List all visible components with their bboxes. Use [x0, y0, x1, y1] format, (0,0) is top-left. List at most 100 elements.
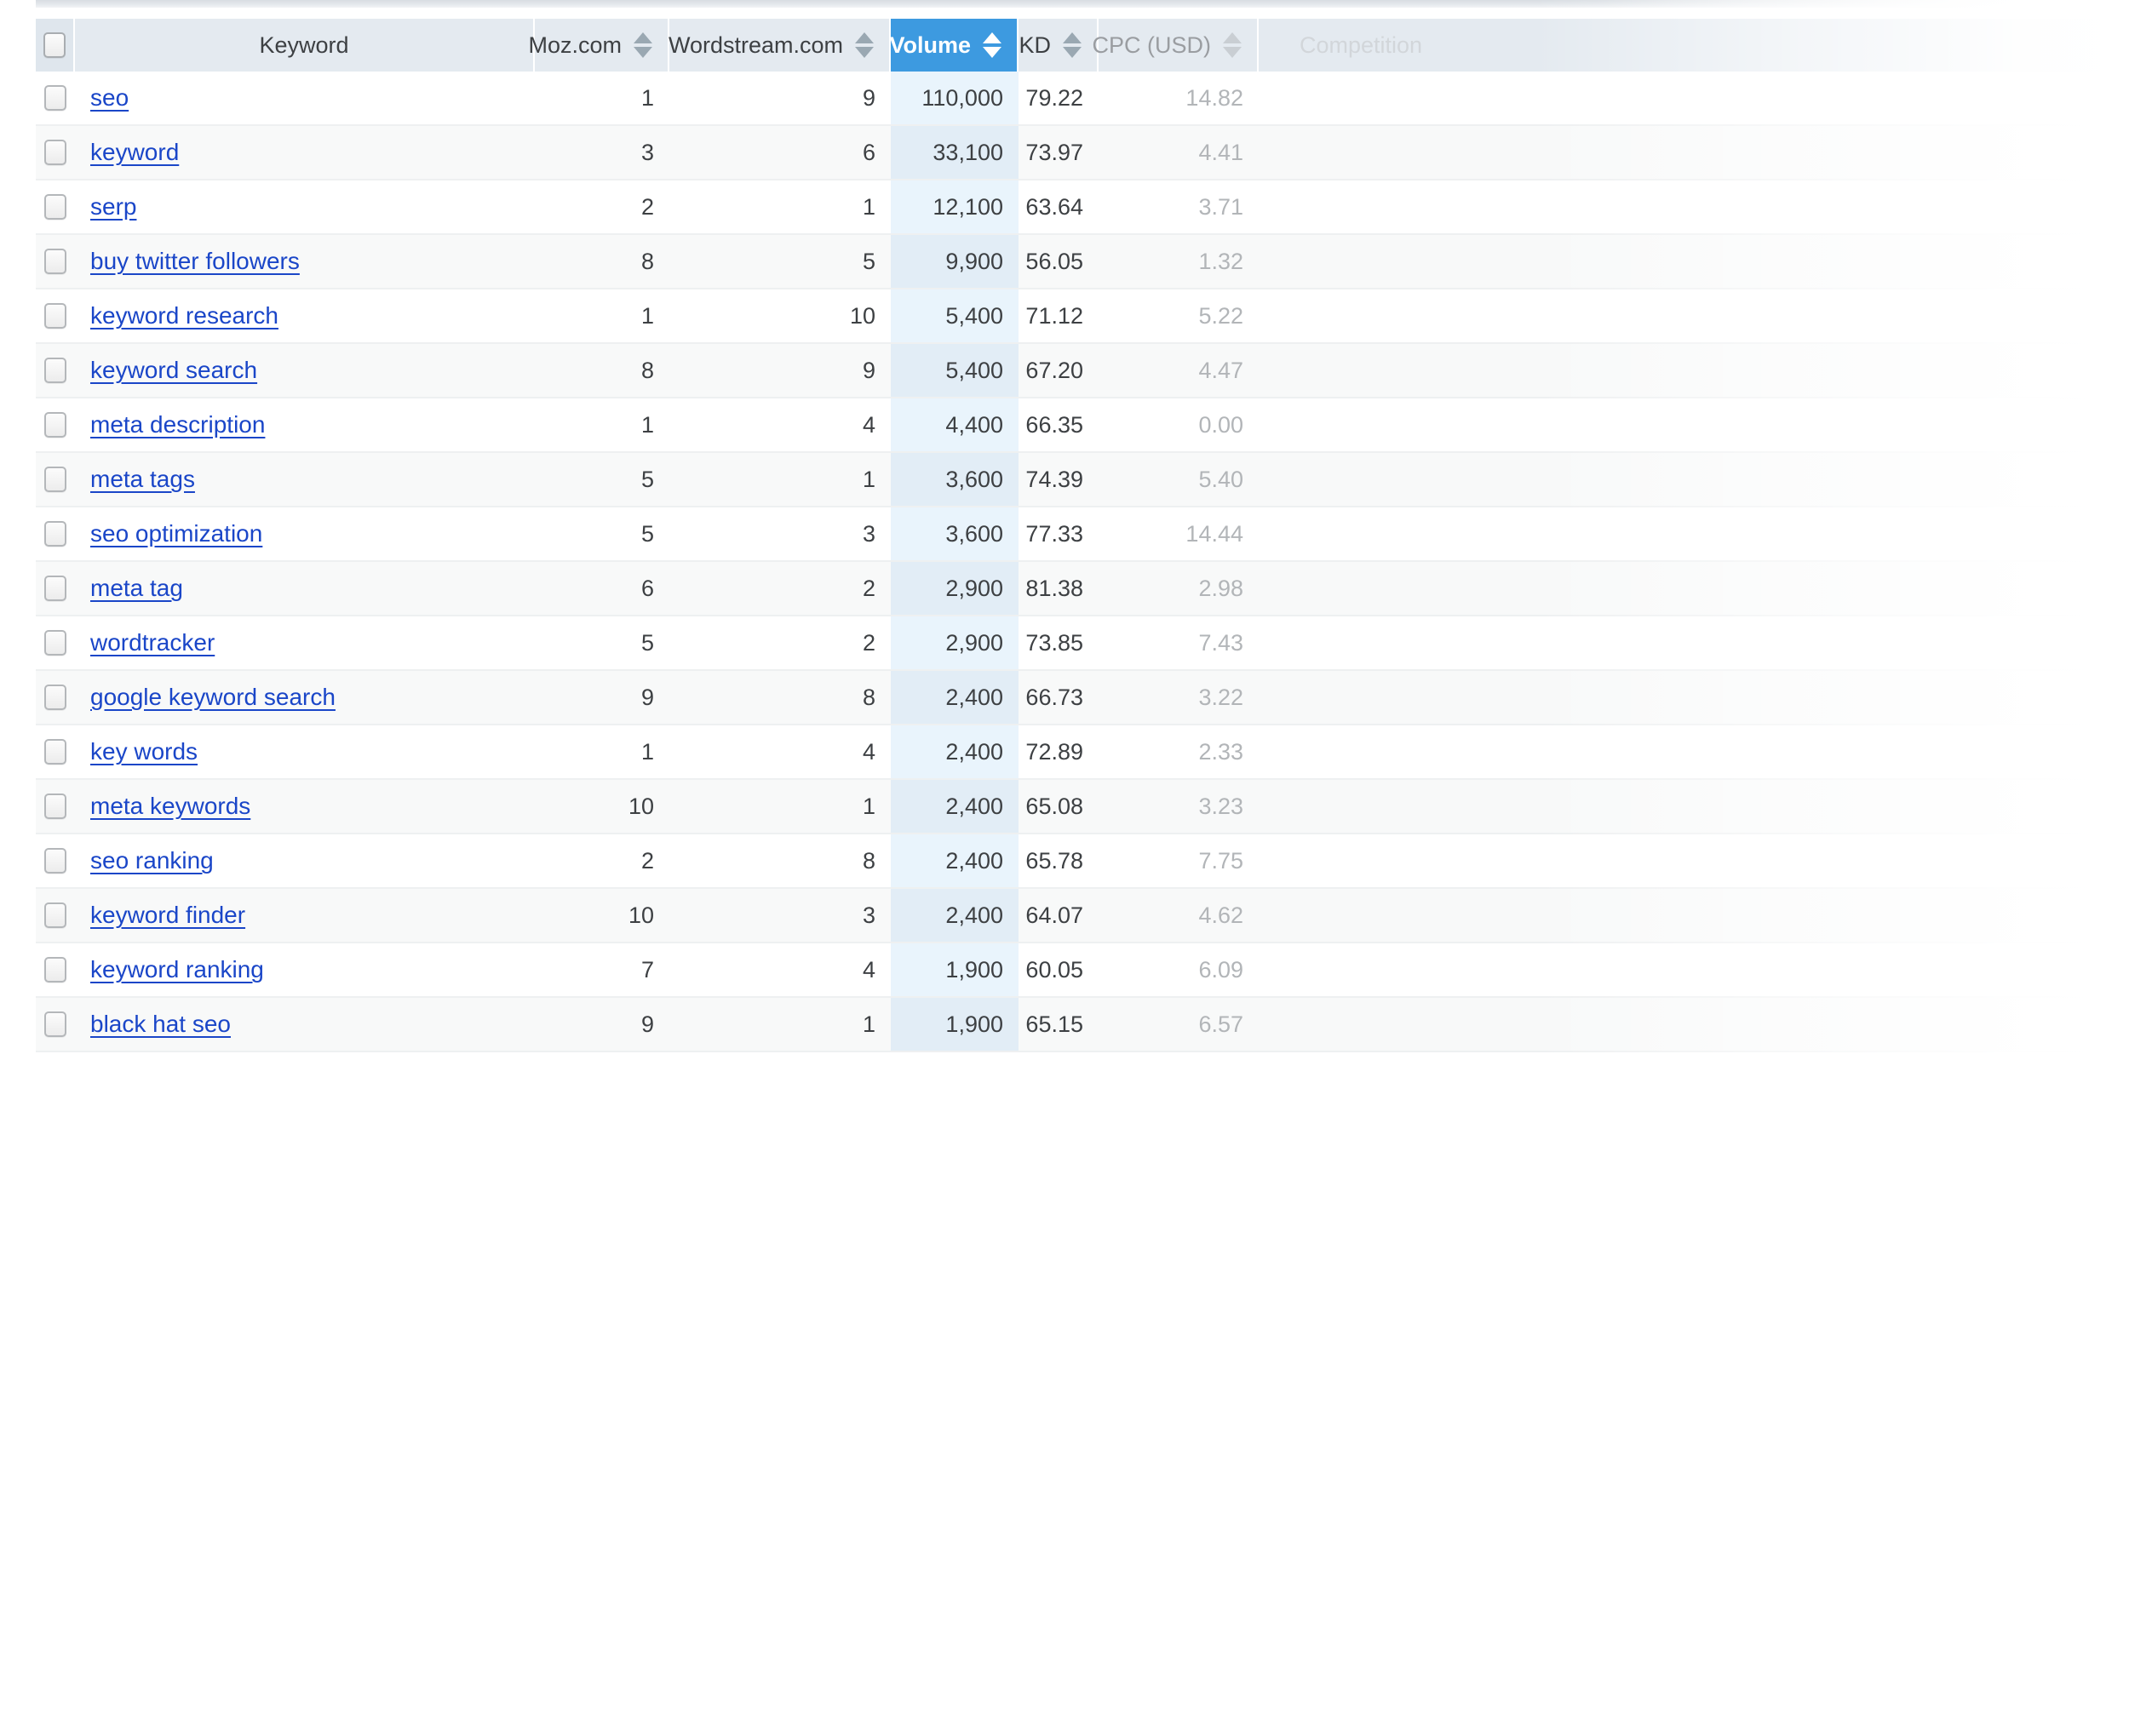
row-select-cell[interactable] [36, 126, 75, 179]
keyword-link[interactable]: black hat seo [90, 1011, 231, 1038]
row-select-cell[interactable] [36, 507, 75, 560]
table-row[interactable]: meta tags 5 1 3,600 74.39 5.40 [36, 453, 2129, 507]
cell-keyword: meta tag [75, 562, 535, 615]
keyword-link[interactable]: seo [90, 84, 129, 112]
keyword-link[interactable]: google keyword search [90, 684, 336, 711]
table-row[interactable]: black hat seo 9 1 1,900 65.15 6.57 [36, 998, 2129, 1052]
checkbox-icon[interactable] [44, 630, 66, 656]
checkbox-icon[interactable] [43, 32, 66, 58]
checkbox-icon[interactable] [44, 358, 66, 383]
row-select-cell[interactable] [36, 616, 75, 669]
row-select-cell[interactable] [36, 780, 75, 833]
table-row[interactable]: keyword ranking 7 4 1,900 60.05 6.09 [36, 943, 2129, 998]
table-row[interactable]: meta keywords 10 1 2,400 65.08 3.23 [36, 780, 2129, 834]
table-row[interactable]: seo optimization 5 3 3,600 77.33 14.44 [36, 507, 2129, 562]
keyword-link[interactable]: serp [90, 193, 136, 221]
row-select-cell[interactable] [36, 671, 75, 724]
checkbox-icon[interactable] [44, 249, 66, 274]
cell-wordstream-rank: 3 [862, 902, 875, 928]
keyword-link[interactable]: key words [90, 738, 198, 765]
table-row[interactable]: meta description 1 4 4,400 66.35 0.00 [36, 398, 2129, 453]
table-row[interactable]: google keyword search 9 8 2,400 66.73 3.22 [36, 671, 2129, 725]
cell-kd: 71.12 [1025, 302, 1083, 329]
sort-arrows-icon[interactable] [855, 31, 874, 60]
checkbox-icon[interactable] [44, 194, 66, 220]
keyword-link[interactable]: buy twitter followers [90, 248, 300, 275]
cell-keyword: seo ranking [75, 834, 535, 887]
column-header-kd[interactable]: KD [1019, 19, 1099, 72]
row-select-cell[interactable] [36, 943, 75, 996]
row-select-cell[interactable] [36, 562, 75, 615]
checkbox-icon[interactable] [44, 685, 66, 710]
table-row[interactable]: serp 2 1 12,100 63.64 3.71 [36, 180, 2129, 235]
table-row[interactable]: meta tag 6 2 2,900 81.38 2.98 [36, 562, 2129, 616]
column-header-keyword-label: Keyword [259, 32, 349, 58]
top-divider-strip [36, 0, 2129, 8]
checkbox-icon[interactable] [44, 739, 66, 765]
column-header-cpc[interactable]: CPC (USD) [1093, 19, 1259, 72]
column-header-competition[interactable]: Competition [1259, 19, 2129, 72]
table-header: Keyword Moz.com Wordstream.com Volume KD [36, 19, 2129, 72]
table-row[interactable]: seo 1 9 110,000 79.22 14.82 [36, 72, 2129, 126]
table-row[interactable]: keyword research 1 10 5,400 71.12 5.22 [36, 289, 2129, 344]
checkbox-icon[interactable] [44, 902, 66, 928]
cell-cpc: 4.62 [1198, 902, 1243, 928]
keyword-link[interactable]: meta tags [90, 466, 195, 493]
keyword-link[interactable]: meta description [90, 411, 265, 438]
keyword-link[interactable]: meta keywords [90, 793, 250, 820]
cell-volume: 4,400 [891, 398, 1019, 451]
table-row[interactable]: keyword finder 10 3 2,400 64.07 4.62 [36, 889, 2129, 943]
checkbox-icon[interactable] [44, 957, 66, 983]
sort-arrows-icon[interactable] [1223, 31, 1242, 60]
table-row[interactable]: keyword search 8 9 5,400 67.20 4.47 [36, 344, 2129, 398]
row-select-cell[interactable] [36, 235, 75, 288]
checkbox-icon[interactable] [44, 521, 66, 547]
checkbox-icon[interactable] [44, 576, 66, 601]
row-select-cell[interactable] [36, 889, 75, 942]
checkbox-icon[interactable] [44, 794, 66, 819]
cell-moz-rank: 5 [640, 520, 654, 547]
column-header-keyword[interactable]: Keyword [75, 19, 535, 72]
sort-arrows-icon[interactable] [1063, 31, 1082, 60]
table-row[interactable]: buy twitter followers 8 5 9,900 56.05 1.32 [36, 235, 2129, 289]
checkbox-icon[interactable] [44, 140, 66, 165]
checkbox-icon[interactable] [44, 848, 66, 874]
row-select-cell[interactable] [36, 725, 75, 778]
table-row[interactable]: key words 1 4 2,400 72.89 2.33 [36, 725, 2129, 780]
row-select-cell[interactable] [36, 398, 75, 451]
keyword-link[interactable]: keyword research [90, 302, 278, 329]
column-header-wordstream[interactable]: Wordstream.com [669, 19, 891, 72]
keyword-link[interactable]: seo ranking [90, 847, 214, 874]
row-select-cell[interactable] [36, 453, 75, 506]
table-row[interactable]: keyword 3 6 33,100 73.97 4.41 [36, 126, 2129, 180]
keyword-link[interactable]: keyword finder [90, 902, 245, 929]
row-select-cell[interactable] [36, 72, 75, 124]
cell-volume: 110,000 [891, 72, 1019, 124]
row-select-cell[interactable] [36, 834, 75, 887]
sort-arrows-icon[interactable] [983, 31, 1001, 60]
column-header-volume[interactable]: Volume [889, 19, 1019, 72]
table-row[interactable]: seo ranking 2 8 2,400 65.78 7.75 [36, 834, 2129, 889]
keyword-link[interactable]: meta tag [90, 575, 183, 602]
keyword-link[interactable]: wordtracker [90, 629, 215, 656]
sort-arrows-icon[interactable] [634, 31, 652, 60]
cell-volume: 2,400 [891, 834, 1019, 887]
checkbox-icon[interactable] [44, 412, 66, 438]
checkbox-icon[interactable] [44, 467, 66, 492]
checkbox-icon[interactable] [44, 303, 66, 329]
row-select-cell[interactable] [36, 998, 75, 1051]
keyword-link[interactable]: keyword [90, 139, 179, 166]
table-row[interactable]: wordtracker 5 2 2,900 73.85 7.43 [36, 616, 2129, 671]
row-select-cell[interactable] [36, 289, 75, 342]
keyword-link[interactable]: keyword ranking [90, 956, 264, 983]
checkbox-icon[interactable] [44, 1011, 66, 1037]
column-header-moz[interactable]: Moz.com [528, 19, 669, 72]
cell-volume: 1,900 [891, 998, 1019, 1051]
cell-kd: 63.64 [1025, 193, 1083, 220]
row-select-cell[interactable] [36, 344, 75, 397]
keyword-link[interactable]: seo optimization [90, 520, 262, 547]
select-all-header-cell[interactable] [36, 19, 75, 72]
checkbox-icon[interactable] [44, 85, 66, 111]
row-select-cell[interactable] [36, 180, 75, 233]
keyword-link[interactable]: keyword search [90, 357, 257, 384]
